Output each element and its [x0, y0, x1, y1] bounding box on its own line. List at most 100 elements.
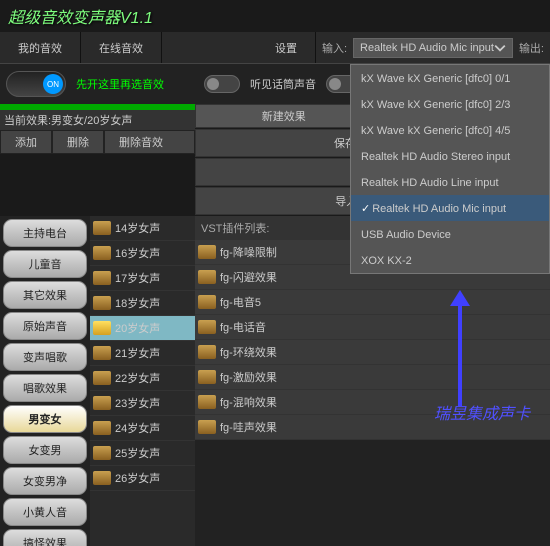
check-icon: ✓	[361, 203, 370, 215]
plugin-item[interactable]: fg-电话音	[195, 315, 550, 340]
dropdown-item[interactable]: kX Wave kX Generic [dfc0] 4/5	[351, 117, 549, 143]
input-label: 输入:	[322, 40, 347, 56]
voice-item[interactable]: 14岁女声	[90, 216, 195, 241]
plugin-item-label: fg-混响效果	[220, 394, 277, 410]
category-item[interactable]: 搞怪效果	[3, 529, 87, 546]
switch-monitor[interactable]	[204, 75, 240, 93]
dropdown-item-label: kX Wave kX Generic [dfc0] 0/1	[361, 73, 510, 85]
voice-item[interactable]: 16岁女声	[90, 241, 195, 266]
small-tabs: 添加 删除 删除音效	[0, 130, 195, 154]
app-title: 超级音效变声器V1.1	[0, 0, 550, 32]
voice-item-label: 25岁女声	[115, 445, 160, 461]
input-device-value: Realtek HD Audio Mic input	[360, 42, 494, 54]
plugin-icon	[198, 270, 216, 284]
input-device-combo[interactable]: Realtek HD Audio Mic input	[353, 38, 513, 58]
voice-item-label: 16岁女声	[115, 245, 160, 261]
category-item[interactable]: 小黄人音	[3, 498, 87, 526]
hint-text: 先开这里再选音效	[76, 76, 164, 92]
category-list: 主持电台儿童音其它效果原始声音变声唱歌唱歌效果男变女女变男女变男净小黄人音搞怪效…	[0, 216, 90, 546]
toggle-knob: ON	[43, 74, 63, 94]
category-item[interactable]: 男变女	[3, 405, 87, 433]
output-label: 输出:	[519, 40, 544, 56]
main-tabs: 我的音效 在线音效 设置 输入: Realtek HD Audio Mic in…	[0, 32, 550, 64]
book-icon	[93, 246, 111, 260]
dropdown-item-label: Realtek HD Audio Mic input	[372, 203, 506, 215]
plugin-item-label: fg-电音5	[220, 294, 261, 310]
btn-new-effect[interactable]: 新建效果	[195, 104, 373, 128]
voice-item-label: 21岁女声	[115, 345, 160, 361]
annotation-arrow	[450, 290, 470, 406]
plugin-icon	[198, 320, 216, 334]
voice-item[interactable]: 24岁女声	[90, 416, 195, 441]
dropdown-item-label: kX Wave kX Generic [dfc0] 2/3	[361, 99, 510, 111]
chevron-down-icon	[494, 42, 506, 54]
tab-my-effects[interactable]: 我的音效	[0, 32, 81, 63]
book-icon	[93, 221, 111, 235]
plugin-item-label: fg-环绕效果	[220, 344, 277, 360]
voice-item-label: 24岁女声	[115, 420, 160, 436]
voice-item-label: 23岁女声	[115, 395, 160, 411]
tab-settings[interactable]: 设置	[257, 32, 316, 63]
plugin-item-label: fg-闪避效果	[220, 269, 277, 285]
voice-item-label: 20岁女声	[115, 320, 160, 336]
voice-item[interactable]: 18岁女声	[90, 291, 195, 316]
plugin-item-label: fg-降噪限制	[220, 244, 277, 260]
dropdown-item[interactable]: XOX KX-2	[351, 247, 549, 273]
book-icon	[93, 296, 111, 310]
book-icon	[93, 421, 111, 435]
voice-item-label: 26岁女声	[115, 470, 160, 486]
category-item[interactable]: 唱歌效果	[3, 374, 87, 402]
main-toggle[interactable]: ON	[6, 71, 66, 97]
dropdown-item[interactable]: Realtek HD Audio Stereo input	[351, 143, 549, 169]
voice-item[interactable]: 21岁女声	[90, 341, 195, 366]
btn-delete[interactable]: 删除	[52, 130, 104, 154]
annotation-label: 瑞昱集成声卡	[434, 400, 530, 424]
category-item[interactable]: 其它效果	[3, 281, 87, 309]
btn-delete-effect[interactable]: 删除音效	[104, 130, 195, 154]
dropdown-item[interactable]: kX Wave kX Generic [dfc0] 2/3	[351, 91, 549, 117]
plugin-icon	[198, 370, 216, 384]
voice-item[interactable]: 17岁女声	[90, 266, 195, 291]
book-icon	[93, 346, 111, 360]
plugin-item[interactable]: fg-环绕效果	[195, 340, 550, 365]
category-item[interactable]: 儿童音	[3, 250, 87, 278]
tab-online-effects[interactable]: 在线音效	[81, 32, 162, 63]
category-item[interactable]: 女变男	[3, 436, 87, 464]
plugin-icon	[198, 420, 216, 434]
book-icon	[93, 321, 111, 335]
dropdown-item-label: XOX KX-2	[361, 255, 412, 267]
dropdown-item-label: kX Wave kX Generic [dfc0] 4/5	[361, 125, 510, 137]
category-item[interactable]: 变声唱歌	[3, 343, 87, 371]
voice-item[interactable]: 20岁女声	[90, 316, 195, 341]
plugin-icon	[198, 345, 216, 359]
dropdown-item[interactable]: Realtek HD Audio Line input	[351, 169, 549, 195]
dropdown-item[interactable]: USB Audio Device	[351, 221, 549, 247]
plugin-item[interactable]: fg-激励效果	[195, 365, 550, 390]
category-item[interactable]: 女变男净	[3, 467, 87, 495]
voice-item[interactable]: 22岁女声	[90, 366, 195, 391]
plugin-item-label: fg-电话音	[220, 319, 266, 335]
voice-item-label: 18岁女声	[115, 295, 160, 311]
book-icon	[93, 371, 111, 385]
plugin-icon	[198, 295, 216, 309]
plugin-item-label: fg-激励效果	[220, 369, 277, 385]
voice-item[interactable]: 26岁女声	[90, 466, 195, 491]
voice-item[interactable]: 25岁女声	[90, 441, 195, 466]
voice-item-label: 17岁女声	[115, 270, 160, 286]
dropdown-item-label: USB Audio Device	[361, 229, 451, 241]
voice-list: 14岁女声 16岁女声 17岁女声 18岁女声 20岁女声 21岁女声 22岁女声 23岁女声…	[90, 216, 195, 546]
plugin-item[interactable]: fg-电音5	[195, 290, 550, 315]
plugin-icon	[198, 245, 216, 259]
dropdown-item[interactable]: kX Wave kX Generic [dfc0] 0/1	[351, 65, 549, 91]
input-device-dropdown: kX Wave kX Generic [dfc0] 0/1 kX Wave kX …	[350, 64, 550, 274]
book-icon	[93, 471, 111, 485]
dropdown-item-label: Realtek HD Audio Stereo input	[361, 151, 510, 163]
btn-add[interactable]: 添加	[0, 130, 52, 154]
voice-item[interactable]: 23岁女声	[90, 391, 195, 416]
voice-item-label: 14岁女声	[115, 220, 160, 236]
category-item[interactable]: 原始声音	[3, 312, 87, 340]
category-item[interactable]: 主持电台	[3, 219, 87, 247]
dropdown-item[interactable]: ✓Realtek HD Audio Mic input	[351, 195, 549, 221]
current-effect-status: 当前效果:男变女/20岁女声	[0, 110, 195, 130]
plugin-item-label: fg-哇声效果	[220, 419, 277, 435]
